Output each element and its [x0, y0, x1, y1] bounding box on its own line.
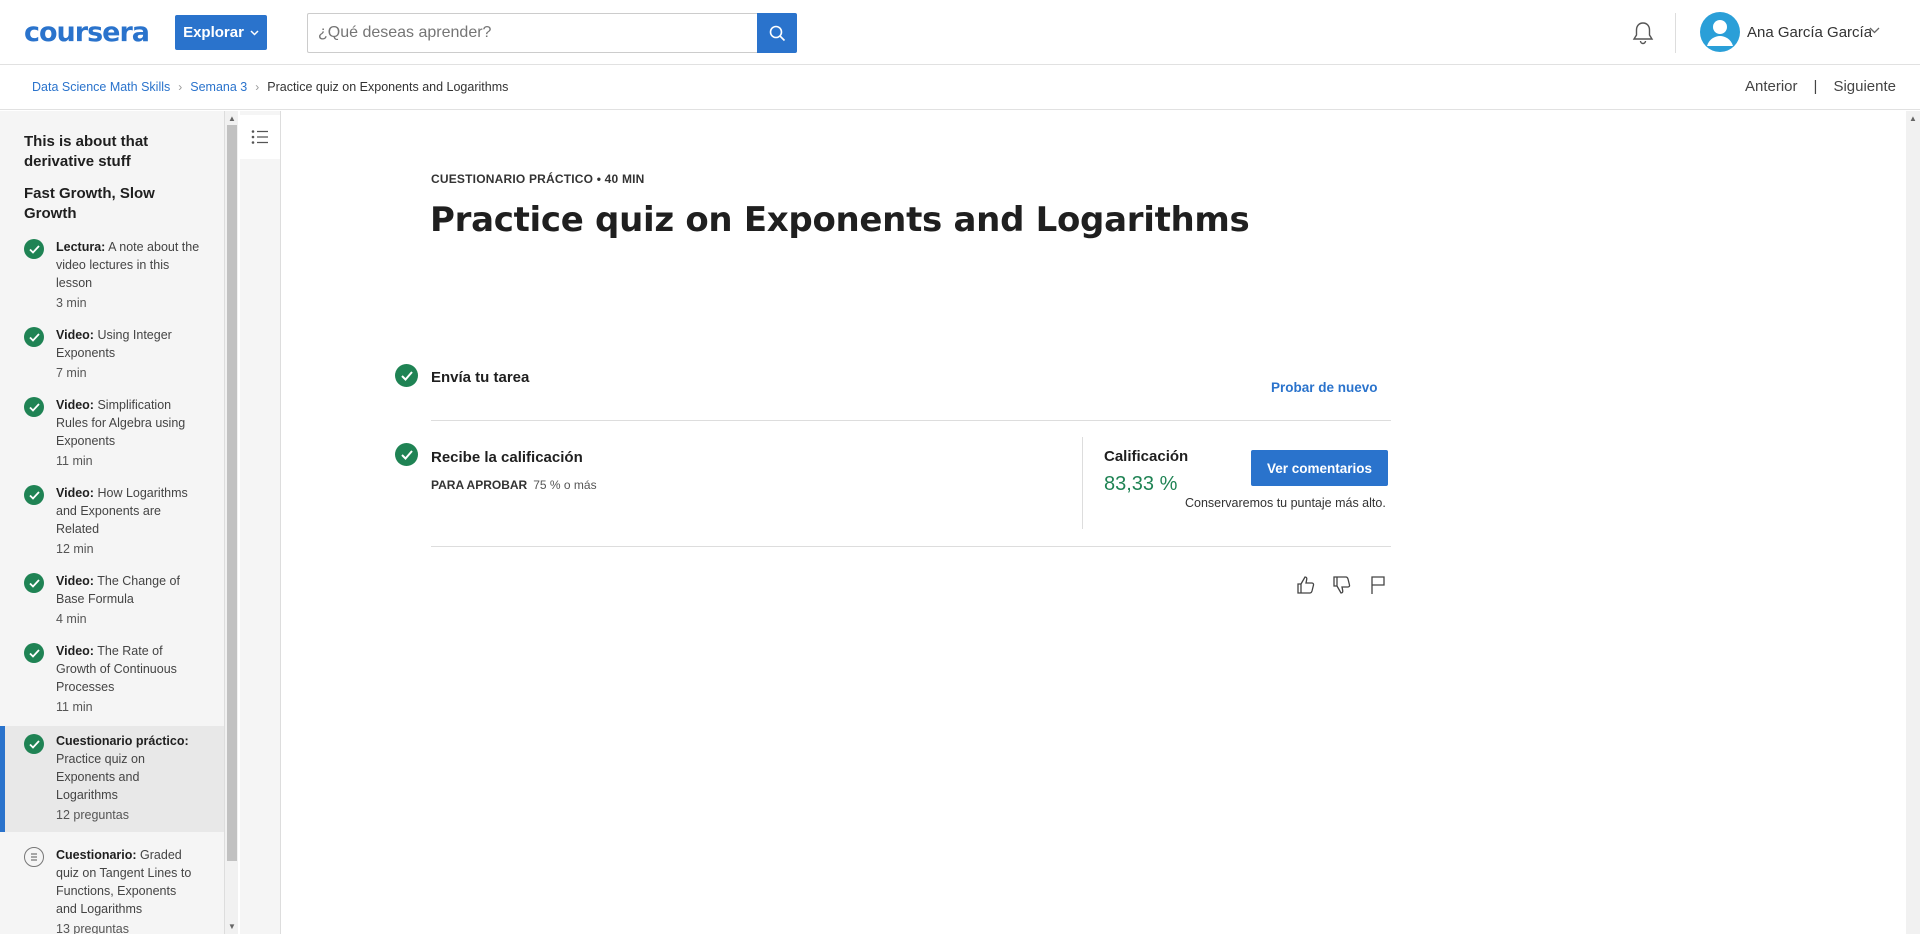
notifications-button[interactable]	[1630, 20, 1656, 46]
sidebar-item-graded-quiz[interactable]: Cuestionario: Graded quiz on Tangent Lin…	[0, 846, 224, 934]
chevron-down-icon	[250, 29, 259, 36]
sidebar-item-video[interactable]: Video: Using Integer Exponents 7 min	[0, 326, 224, 382]
sidebar-item-video[interactable]: Video: Simplification Rules for Algebra …	[0, 396, 224, 470]
item-kind: Video:	[56, 574, 94, 588]
pass-value: 75 % o más	[533, 478, 597, 492]
lesson-sidebar: This is about that derivative stuff Fast…	[0, 111, 224, 934]
view-feedback-button[interactable]: Ver comentarios	[1251, 450, 1388, 486]
divider	[431, 546, 1391, 547]
outline-toggle-button[interactable]	[240, 115, 280, 159]
item-duration: 3 min	[56, 296, 87, 310]
item-kind: Video:	[56, 486, 94, 500]
item-meta: CUESTIONARIO PRÁCTICO • 40 MIN	[431, 172, 645, 186]
bell-icon	[1632, 22, 1654, 45]
grade-label: Calificación	[1104, 448, 1189, 465]
chevron-down-icon[interactable]	[1869, 27, 1880, 34]
flag-icon[interactable]	[1367, 574, 1389, 596]
check-icon	[395, 443, 418, 466]
step-label: Envía tu tarea	[431, 369, 530, 386]
breadcrumb: Data Science Math Skills › Semana 3 › Pr…	[32, 80, 508, 94]
prev-next-nav: Anterior | Siguiente	[1745, 78, 1896, 95]
thumbs-down-icon[interactable]	[1331, 574, 1353, 596]
grade-divider	[1082, 437, 1083, 529]
coursera-logo[interactable]: coursera	[24, 17, 150, 48]
retry-link[interactable]: Probar de nuevo	[1271, 380, 1378, 395]
item-duration: 12 preguntas	[56, 808, 129, 822]
check-icon	[24, 643, 44, 663]
item-kind: Video:	[56, 398, 94, 412]
sidebar-heading: Fast Growth, Slow Growth	[24, 185, 155, 222]
thumbs-up-icon[interactable]	[1295, 574, 1317, 596]
search-button[interactable]	[757, 13, 797, 53]
page-title: Practice quiz on Exponents and Logarithm…	[430, 200, 1250, 240]
item-duration: 11 min	[56, 454, 93, 468]
sidebar-item-reading[interactable]: Lectura: A note about the video lectures…	[0, 238, 224, 312]
check-icon	[24, 734, 44, 754]
search-icon	[769, 25, 785, 41]
item-kind: Video:	[56, 328, 94, 342]
previous-link[interactable]: Anterior	[1745, 78, 1798, 95]
breadcrumb-week-link[interactable]: Semana 3	[190, 80, 247, 94]
outline-rail	[240, 111, 281, 934]
breadcrumb-current: Practice quiz on Exponents and Logarithm…	[267, 80, 509, 94]
avatar[interactable]	[1700, 12, 1740, 52]
keep-highest-note: Conservaremos tu puntaje más alto.	[1185, 496, 1386, 510]
pass-label: PARA APROBAR	[431, 478, 528, 492]
search-input[interactable]	[307, 13, 758, 53]
feedback-icons	[1295, 574, 1389, 596]
item-duration: 12 min	[56, 542, 94, 556]
grade-value: 83,33 %	[1104, 473, 1178, 495]
item-duration: 11 min	[56, 700, 93, 714]
divider	[431, 420, 1391, 421]
item-duration: 13 preguntas	[56, 922, 129, 934]
scroll-up-arrow[interactable]: ▲	[228, 114, 236, 123]
pass-requirement: PARA APROBAR 75 % o más	[431, 478, 597, 492]
chevron-right-icon: ›	[255, 80, 260, 94]
chevron-right-icon: ›	[178, 80, 183, 94]
check-icon	[24, 327, 44, 347]
check-icon	[24, 397, 44, 417]
scroll-up-arrow[interactable]: ▲	[1909, 114, 1917, 123]
item-kind: Cuestionario práctico:	[56, 734, 189, 748]
check-icon	[24, 485, 44, 505]
item-kind: Cuestionario:	[56, 848, 137, 862]
explore-label: Explorar	[183, 24, 244, 41]
breadcrumb-course-link[interactable]: Data Science Math Skills	[32, 80, 170, 94]
main-scrollbar[interactable]: ▲	[1906, 111, 1920, 934]
sidebar-item-video[interactable]: Video: How Logarithms and Exponents are …	[0, 484, 224, 558]
top-header: coursera Explorar Ana García García	[0, 0, 1920, 65]
scrollbar-thumb[interactable]	[227, 125, 237, 861]
quiz-icon	[24, 847, 44, 867]
sidebar-item-video[interactable]: Video: The Change of Base Formula 4 min	[0, 572, 224, 628]
sidebar-scrollbar[interactable]: ▲ ▼	[224, 111, 238, 934]
item-duration: 7 min	[56, 366, 87, 380]
outline-list-icon	[251, 130, 268, 144]
explore-button[interactable]: Explorar	[175, 15, 267, 50]
sidebar-item-practice-quiz[interactable]: Cuestionario práctico: Practice quiz on …	[0, 726, 224, 832]
check-icon	[24, 573, 44, 593]
item-kind: Video:	[56, 644, 94, 658]
scroll-down-arrow[interactable]: ▼	[228, 922, 236, 931]
item-title: Practice quiz on Exponents and Logarithm…	[56, 752, 145, 802]
item-duration: 4 min	[56, 612, 87, 626]
user-name[interactable]: Ana García García	[1747, 24, 1872, 41]
header-divider	[1675, 13, 1676, 53]
sidebar-item-video[interactable]: Video: The Rate of Growth of Continuous …	[0, 642, 224, 716]
item-kind: Lectura:	[56, 240, 106, 254]
next-link[interactable]: Siguiente	[1833, 78, 1896, 95]
user-icon	[1707, 20, 1733, 46]
check-icon	[24, 239, 44, 259]
step-label: Recibe la calificación	[431, 449, 583, 466]
check-icon	[395, 364, 418, 387]
breadcrumb-bar: Data Science Math Skills › Semana 3 › Pr…	[0, 65, 1920, 110]
sidebar-heading: This is about that derivative stuff	[24, 133, 149, 170]
nav-separator: |	[1813, 78, 1818, 95]
